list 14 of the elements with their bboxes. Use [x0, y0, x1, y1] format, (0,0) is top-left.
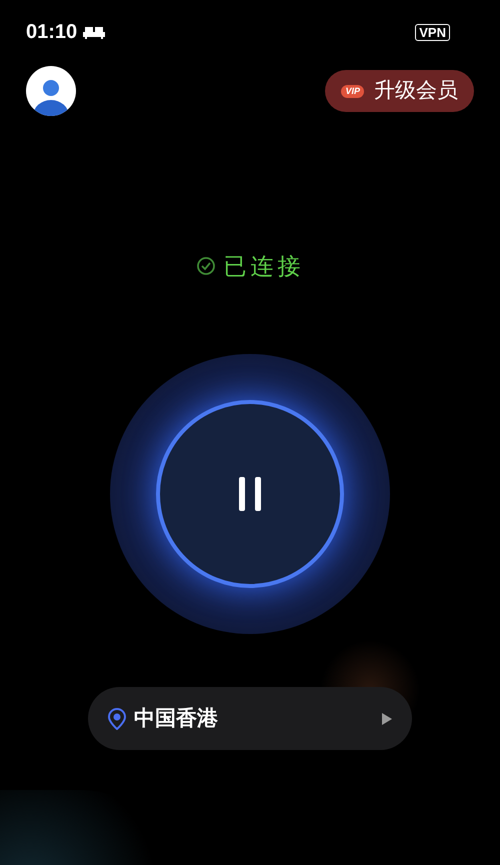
check-circle-icon — [196, 256, 216, 276]
pause-icon — [239, 477, 261, 511]
connect-toggle-button[interactable] — [156, 400, 344, 588]
vpn-badge: VPN — [415, 24, 450, 40]
person-icon — [33, 78, 69, 116]
upgrade-member-button[interactable]: VIP 升级会员 — [325, 70, 474, 112]
status-time: 01:10 — [26, 20, 78, 45]
location-pin-icon — [108, 708, 126, 730]
play-arrow-icon — [382, 712, 392, 724]
avatar-button[interactable] — [26, 66, 76, 116]
connection-status: 已连接 — [224, 252, 304, 281]
location-selector[interactable]: 中国香港 — [88, 687, 412, 750]
vip-badge: VIP — [341, 84, 364, 98]
bed-icon — [83, 25, 106, 39]
